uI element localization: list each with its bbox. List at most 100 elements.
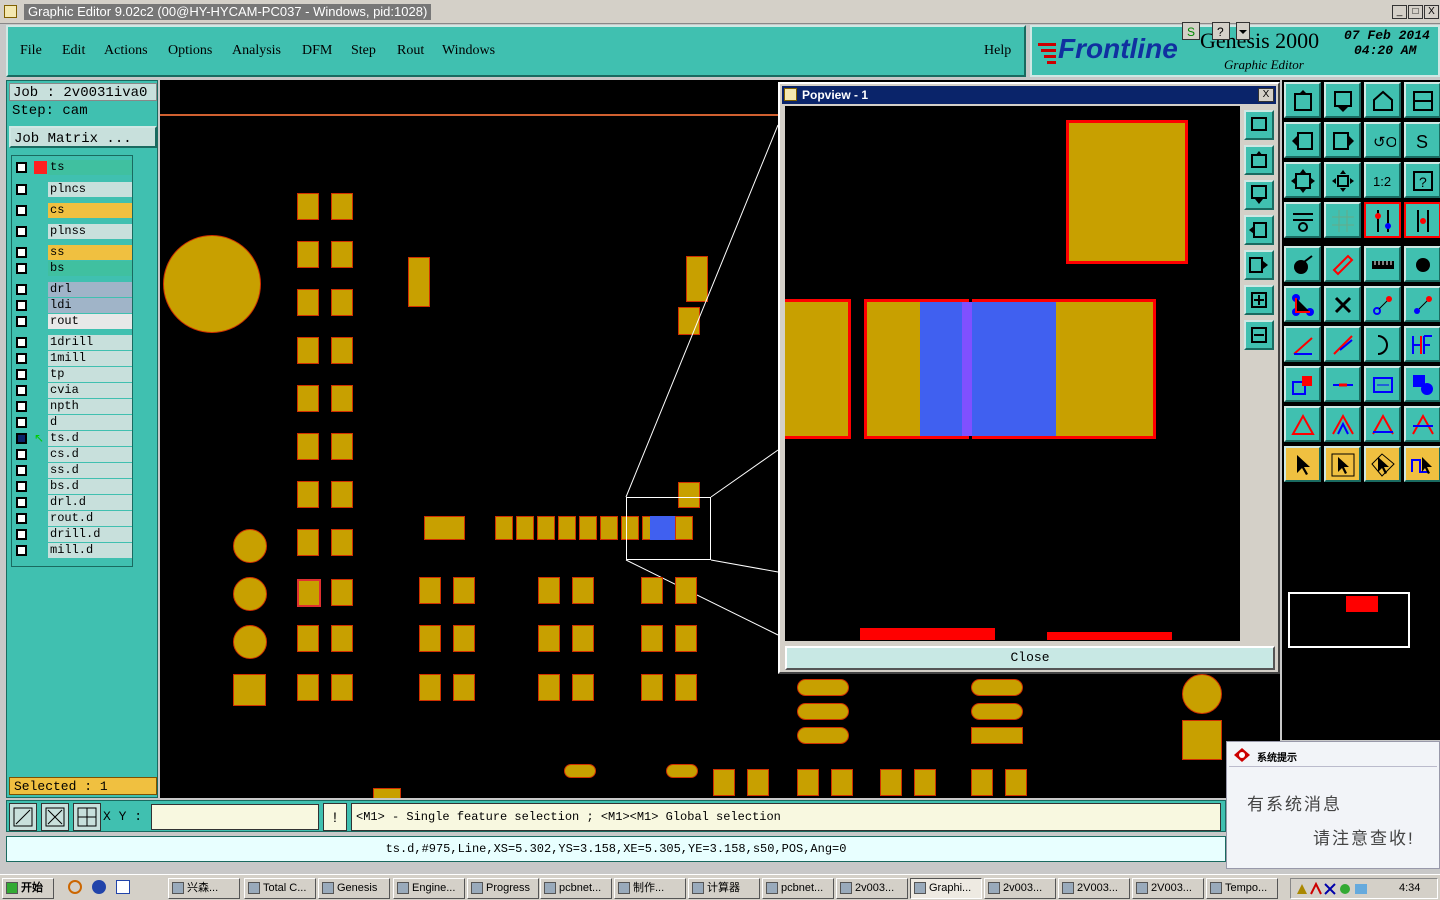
resize-icon[interactable] [1364,366,1401,402]
smd-pad[interactable] [453,674,475,701]
zoom-region-icon[interactable] [9,803,37,831]
move-point-icon[interactable] [1364,286,1401,322]
taskbar-item[interactable]: Engine... [393,878,465,899]
menu-options[interactable]: Options [168,43,212,59]
popview-zoom-in-icon[interactable] [1244,285,1274,315]
start-button[interactable]: 开始 [2,878,54,899]
smd-pad[interactable] [538,577,560,604]
menu-help[interactable]: Help [984,43,1011,59]
layer-checkbox[interactable] [16,162,27,173]
smd-pad[interactable] [831,769,853,796]
query-icon[interactable]: ? [1404,162,1440,198]
menu-dfm[interactable]: DFM [302,43,332,59]
redraw-icon[interactable]: ↺O [1364,122,1401,158]
delete-icon[interactable] [1324,286,1361,322]
popview-close-x-button[interactable]: X [1258,88,1274,102]
square-pad[interactable] [1182,720,1222,760]
layer-checkbox[interactable] [16,449,27,460]
smd-pad[interactable] [914,769,936,796]
oval-pad[interactable] [971,703,1023,720]
taskbar-item[interactable]: 2V003... [1132,878,1204,899]
pan-down-icon[interactable] [1324,82,1361,118]
move-line-icon[interactable] [1324,366,1361,402]
layer-checkbox[interactable] [16,300,27,311]
layer-row-bs-d[interactable]: bs.d [12,479,134,494]
layer-checkbox[interactable] [16,353,27,364]
home-icon[interactable] [1364,82,1401,118]
smd-pad[interactable] [675,577,697,604]
layer-checkbox[interactable] [16,284,27,295]
select-box-icon[interactable] [1324,446,1361,482]
zoom-fit-icon[interactable] [1284,162,1321,198]
layer-checkbox[interactable] [16,513,27,524]
layer-checkbox[interactable] [16,263,27,274]
polygon-alt-icon[interactable] [1324,406,1361,442]
add-line-alt-icon[interactable] [1324,326,1361,362]
oval-pad[interactable] [797,703,849,720]
popview-zoom-out-icon[interactable] [1244,320,1274,350]
layer-checkbox[interactable] [16,417,27,428]
round-pad-icon[interactable] [1404,246,1440,282]
rect-pad[interactable] [971,727,1023,744]
split-icon[interactable] [1404,326,1440,362]
smd-pad[interactable] [675,625,697,652]
clock-quicklaunch-icon[interactable] [68,880,82,894]
measure-region-icon[interactable] [41,803,69,831]
popview-left-icon[interactable] [1244,215,1274,245]
smd-pad[interactable] [572,577,594,604]
smd-pad[interactable] [419,674,441,701]
grid-toggle-icon[interactable] [73,803,101,831]
oval-pad[interactable] [971,679,1023,696]
smd-pad[interactable] [880,769,902,796]
smd-pad[interactable] [747,769,769,796]
zoomed-pad-edge[interactable] [1047,632,1172,640]
layer-checkbox[interactable] [16,497,27,508]
layer-checkbox[interactable] [16,337,27,348]
layer-row-bs[interactable]: bs [12,261,134,276]
dropdown-icon[interactable] [1236,22,1250,40]
add-line-icon[interactable] [1284,326,1321,362]
smd-pad[interactable] [419,625,441,652]
window-icon[interactable] [1404,82,1440,118]
layer-row-cs[interactable]: cs [12,203,134,218]
smd-pad[interactable] [713,769,735,796]
layer-checkbox[interactable] [16,184,27,195]
selected-line-highlight[interactable] [920,302,1056,436]
move-point-alt-icon[interactable] [1404,286,1440,322]
menu-file[interactable]: File [20,43,42,59]
smd-pad[interactable] [641,625,663,652]
zoomed-pad[interactable] [1066,120,1188,264]
smd-pad[interactable] [419,577,441,604]
layer-checkbox[interactable] [16,316,27,327]
layer-row-ss[interactable]: ss [12,245,134,260]
layer-checkbox[interactable] [16,226,27,237]
add-pad-icon[interactable] [1284,246,1321,282]
maximize-button[interactable]: □ [1408,5,1423,19]
menu-rout[interactable]: Rout [397,43,424,59]
smd-pad[interactable] [797,769,819,796]
menu-windows[interactable]: Windows [442,43,495,59]
copy-feature-icon[interactable] [1284,366,1321,402]
taskbar-item[interactable]: Progress [467,878,539,899]
popview-down-icon[interactable] [1244,180,1274,210]
menu-analysis[interactable]: Analysis [232,43,281,59]
edit-quicklaunch-icon[interactable] [116,880,130,894]
smd-pad[interactable] [538,674,560,701]
zoomed-pad[interactable] [785,299,851,439]
menu-actions[interactable]: Actions [104,43,148,59]
job-matrix-button[interactable]: Job Matrix ... [9,126,157,148]
oval-pad[interactable] [797,727,849,744]
popview-fit-icon[interactable] [1244,110,1274,140]
s-icon[interactable]: S [1182,22,1200,40]
popview-close-button[interactable]: Close [785,646,1275,670]
layer-checkbox[interactable] [16,369,27,380]
smd-pad[interactable] [538,625,560,652]
taskbar-item[interactable]: pcbnet... [540,878,612,899]
connect-icon[interactable] [1284,286,1321,322]
browser-quicklaunch-icon[interactable] [92,880,106,894]
layer-checkbox[interactable] [16,385,27,396]
shapes-icon[interactable] [1404,366,1440,402]
add-arc-icon[interactable] [1364,326,1401,362]
layer-row-ldi[interactable]: ldi [12,298,134,313]
layer-row-plncs[interactable]: plncs [12,182,134,197]
